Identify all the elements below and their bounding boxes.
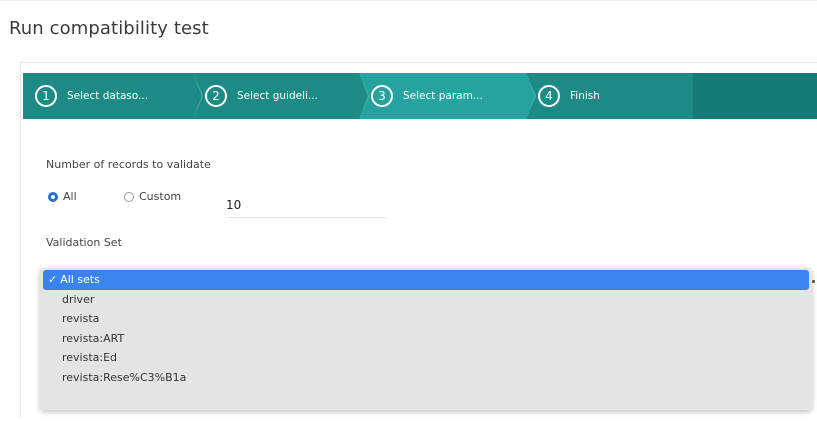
dropdown-caret-icon [812, 280, 815, 283]
wizard-fill [693, 73, 817, 119]
radio-all[interactable]: All [48, 190, 77, 203]
checkmark-icon: ✓ [48, 273, 58, 286]
step-label: Select dataso... [67, 90, 149, 102]
step-arrow [526, 73, 535, 119]
step-number: 2 [205, 85, 227, 107]
step-label: Select guideli... [237, 90, 318, 102]
step-number: 3 [371, 85, 393, 107]
radio-label: All [63, 190, 77, 203]
page-title: Run compatibility test [9, 18, 209, 39]
step-arrow [193, 73, 202, 119]
dropdown-option[interactable]: driver [40, 290, 812, 310]
validation-set-dropdown[interactable]: ✓ All sets driver revista revista:ART rev… [40, 268, 812, 410]
step-label: Select param... [403, 90, 483, 102]
wizard-steps: 1 Select dataso... 2 Select guideli... 3… [23, 73, 817, 119]
step-label: Finish [570, 90, 600, 102]
dropdown-option[interactable]: revista [40, 309, 812, 329]
step-number: 4 [538, 85, 560, 107]
radio-button[interactable] [124, 191, 134, 202]
wizard-step-select-guidelines[interactable]: 2 Select guideli... [193, 73, 369, 119]
dropdown-option[interactable]: revista:ART [40, 329, 812, 349]
validation-set-label: Validation Set [46, 236, 122, 249]
radio-button-checked[interactable] [48, 191, 58, 202]
radio-label: Custom [139, 190, 182, 203]
dropdown-option[interactable]: revista:Ed [40, 348, 812, 368]
wizard-step-select-datasource[interactable]: 1 Select dataso... [23, 73, 203, 119]
records-label: Number of records to validate [46, 158, 211, 171]
dropdown-option[interactable]: revista:Rese%C3%B1a [40, 368, 812, 388]
step-arrow [359, 73, 368, 119]
step-number: 1 [35, 85, 57, 107]
dropdown-option-all-sets[interactable]: ✓ All sets [43, 270, 809, 290]
wizard-step-finish[interactable]: 4 Finish [526, 73, 693, 119]
radio-custom[interactable]: Custom [124, 190, 181, 203]
wizard-step-select-parameters[interactable]: 3 Select param... [359, 73, 536, 119]
top-divider [0, 0, 817, 1]
custom-records-input[interactable] [226, 193, 386, 218]
